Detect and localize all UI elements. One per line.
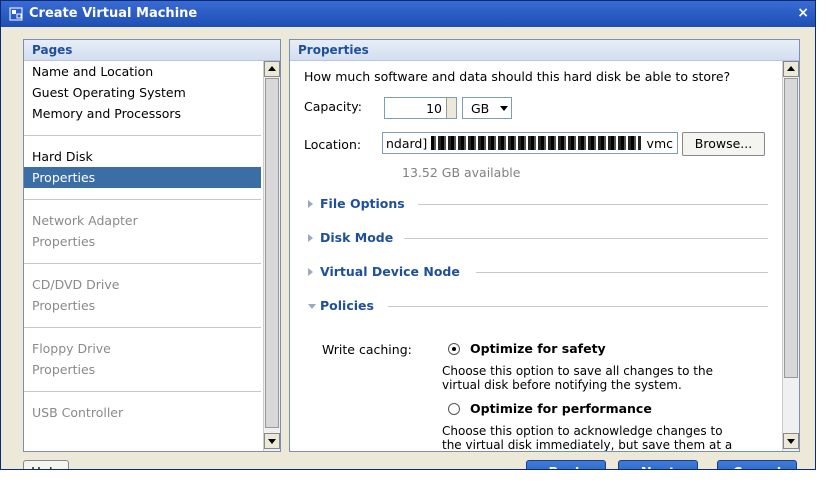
section-policies-label: Policies (320, 298, 374, 313)
scroll-up-button[interactable] (264, 61, 280, 77)
capacity-question: How much software and data should this h… (304, 69, 731, 84)
properties-scrollbar[interactable] (782, 61, 799, 451)
redacted-path (431, 136, 641, 150)
available-space-text: 13.52 GB available (402, 165, 521, 180)
pages-header: Pages (24, 40, 280, 61)
chevron-down-icon (787, 439, 795, 444)
page-item-memory-and-processors[interactable]: Memory and Processors (24, 103, 261, 124)
section-file-options[interactable]: File Options (308, 194, 768, 214)
group-divider (24, 263, 261, 264)
chevron-down-icon (268, 439, 276, 444)
optimize-safety-label[interactable]: Optimize for safety (470, 341, 606, 356)
optimize-safety-radio[interactable] (448, 343, 460, 355)
chevron-right-icon (308, 268, 313, 276)
capacity-value: 10 (426, 101, 442, 116)
properties-content: How much software and data should this h… (290, 61, 780, 451)
location-label: Location: (304, 137, 362, 152)
page-item-guest-os[interactable]: Guest Operating System (24, 82, 261, 103)
browse-label: Browse... (694, 136, 753, 151)
window-title: Create Virtual Machine (29, 6, 198, 21)
page-item-network-adapter-properties[interactable]: Properties (24, 231, 261, 252)
next-button[interactable]: Next (618, 460, 698, 469)
chevron-up-icon (787, 66, 795, 71)
group-divider (24, 391, 261, 392)
pages-panel: Pages Name and Location Guest Operating … (23, 39, 281, 452)
section-virtual-device-node-label: Virtual Device Node (320, 264, 460, 279)
optimize-performance-label[interactable]: Optimize for performance (470, 401, 652, 416)
cancel-button[interactable]: Cancel (717, 460, 797, 469)
section-policies[interactable]: Policies (308, 296, 768, 316)
capacity-unit-value: GB (471, 101, 490, 116)
page-item-hard-disk[interactable]: Hard Disk (24, 146, 261, 167)
properties-header: Properties (290, 40, 799, 61)
close-icon[interactable]: × (797, 5, 809, 21)
scroll-down-button[interactable] (264, 433, 280, 449)
scroll-up-button[interactable] (783, 61, 799, 77)
optimize-safety-desc-line-1: Choose this option to save all changes t… (442, 364, 713, 378)
browse-button[interactable]: Browse... (682, 132, 765, 156)
radio-selected-dot (452, 347, 456, 351)
chevron-up-icon (268, 66, 276, 71)
location-input[interactable]: ndard] vmc (382, 132, 678, 154)
group-divider (24, 135, 261, 136)
scroll-thumb[interactable] (265, 78, 279, 428)
page-item-cd-dvd-drive-properties[interactable]: Properties (24, 295, 261, 316)
optimize-performance-desc-line-2: the virtual disk immediately, but save t… (442, 438, 733, 451)
section-divider (404, 238, 768, 239)
pages-list: Name and Location Guest Operating System… (24, 61, 261, 423)
scroll-down-button[interactable] (783, 433, 799, 449)
chevron-down-icon (500, 106, 508, 111)
chevron-right-icon (308, 200, 313, 208)
page-item-name-and-location[interactable]: Name and Location (24, 61, 261, 82)
write-caching-label: Write caching: (322, 342, 412, 357)
page-item-floppy-drive-properties[interactable]: Properties (24, 359, 261, 380)
section-divider (388, 306, 768, 307)
section-divider (418, 204, 768, 205)
back-button[interactable]: Back (526, 460, 606, 469)
chevron-right-icon (308, 234, 313, 242)
section-divider (476, 272, 768, 273)
pages-scrollbar[interactable] (263, 61, 280, 451)
optimize-performance-radio[interactable] (448, 403, 460, 415)
optimize-safety-desc-line-2: virtual disk before notifying the system… (442, 378, 682, 392)
page-item-network-adapter[interactable]: Network Adapter (24, 210, 261, 231)
help-button[interactable]: Help (23, 460, 69, 469)
scroll-thumb[interactable] (784, 78, 798, 378)
title-bar: Create Virtual Machine × (1, 1, 815, 27)
page-item-usb-controller[interactable]: USB Controller (24, 402, 261, 423)
section-file-options-label: File Options (320, 196, 405, 211)
page-item-hard-disk-properties[interactable]: Properties (24, 167, 261, 188)
capacity-input[interactable]: 10 (384, 97, 457, 119)
page-item-floppy-drive[interactable]: Floppy Drive (24, 338, 261, 359)
location-prefix: ndard] (386, 136, 428, 151)
group-divider (24, 327, 261, 328)
section-disk-mode-label: Disk Mode (320, 230, 394, 245)
capacity-unit-select[interactable]: GB (462, 97, 512, 119)
section-virtual-device-node[interactable]: Virtual Device Node (308, 262, 768, 282)
capacity-stepper[interactable] (446, 98, 456, 118)
optimize-performance-desc-line-1: Choose this option to acknowledge change… (442, 424, 723, 438)
virtual-machine-icon (9, 7, 23, 21)
properties-panel: Properties How much software and data sh… (289, 39, 800, 452)
group-divider (24, 199, 261, 200)
create-vm-dialog: Create Virtual Machine × Pages Name and … (0, 0, 816, 470)
capacity-label: Capacity: (304, 99, 362, 114)
page-item-cd-dvd-drive[interactable]: CD/DVD Drive (24, 274, 261, 295)
chevron-down-icon (308, 304, 316, 309)
section-disk-mode[interactable]: Disk Mode (308, 228, 768, 248)
location-suffix: vmc (646, 136, 673, 151)
